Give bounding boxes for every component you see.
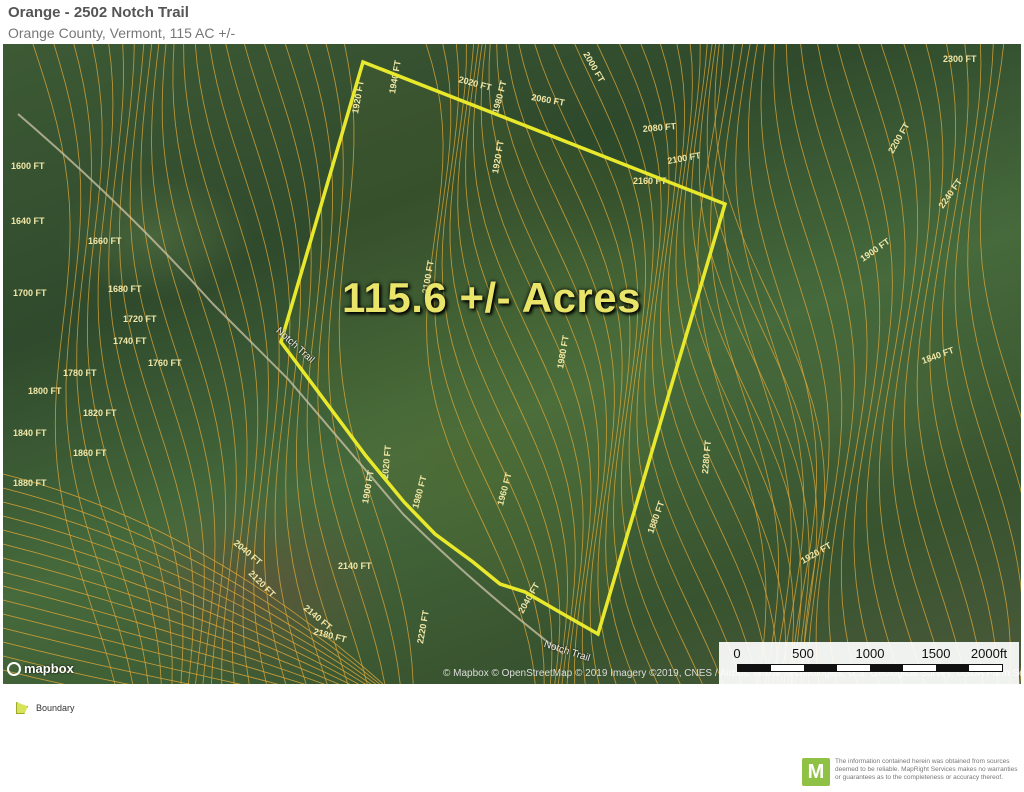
contour-label: 2140 FT — [338, 561, 372, 571]
contour-line — [32, 44, 116, 684]
contour-label: 1840 FT — [13, 428, 47, 438]
contour-line — [929, 44, 999, 684]
contour-label: 1980 FT — [490, 79, 508, 114]
acreage-label: 115.6 +/- Acres — [342, 274, 641, 321]
contour-label: 1680 FT — [108, 284, 142, 294]
contour-label: 2100 FT — [667, 150, 702, 166]
disclaimer-text: The information contained herein was obt… — [835, 758, 1018, 781]
contour-line — [208, 44, 287, 684]
contour-line — [979, 44, 1021, 419]
contour-label: 1900 FT — [360, 469, 376, 504]
contour-line — [706, 44, 818, 684]
contour-label: 1640 FT — [11, 216, 45, 226]
scale-bar: 0 500 1000 1500 2000ft — [719, 642, 1019, 684]
contour-label: 1660 FT — [88, 236, 122, 246]
scale-label-1500: 1500 — [921, 646, 951, 661]
contour-label: 1780 FT — [63, 368, 97, 378]
mapbox-logo[interactable]: mapbox — [7, 661, 74, 676]
contour-label: 1860 FT — [73, 448, 107, 458]
contour-line — [710, 44, 780, 684]
map-legend: Boundary — [16, 702, 75, 714]
disclaimer: M The information contained herein was o… — [802, 758, 1020, 786]
contour-label: 1880 FT — [13, 478, 47, 488]
contour-label: 1800 FT — [28, 386, 62, 396]
contour-label: 2040 FT — [232, 538, 264, 568]
page-title: Orange - 2502 Notch Trail — [8, 4, 189, 21]
contour-label: 1760 FT — [148, 358, 182, 368]
mapbox-logo-text: mapbox — [24, 661, 74, 676]
contour-label: 2060 FT — [531, 92, 566, 108]
map-header: Orange - 2502 Notch Trail Orange County,… — [8, 4, 235, 42]
boundary-legend-icon — [16, 702, 28, 714]
contour-label: 2120 FT — [247, 568, 278, 599]
scale-bar-segments — [737, 664, 1003, 672]
contour-line — [3, 515, 372, 684]
scale-label-500: 500 — [792, 646, 814, 661]
mapright-badge-icon: M — [802, 758, 830, 786]
contour-label: 1840 FT — [920, 345, 955, 366]
contour-label: 2200 FT — [886, 121, 912, 155]
contour-label: 2300 FT — [943, 54, 977, 64]
map-canvas[interactable]: 2000 FT2300 FT2020 FT2060 FT1940 FT1920 … — [3, 44, 1021, 684]
contour-label: 2240 FT — [936, 177, 964, 211]
contour-label: 2020 FT — [457, 74, 492, 92]
contour-line — [667, 44, 779, 684]
contour-label: 1820 FT — [83, 408, 117, 418]
contour-line — [172, 44, 248, 684]
boundary-legend-label: Boundary — [36, 703, 75, 713]
contour-line — [714, 44, 826, 684]
scale-label-1000: 1000 — [855, 646, 885, 661]
contour-label: 2080 FT — [642, 121, 677, 134]
scale-label-2000: 2000ft — [970, 646, 1008, 661]
contour-label: 2280 FT — [700, 439, 713, 474]
contour-label: 1740 FT — [113, 336, 147, 346]
contour-label: 1720 FT — [123, 314, 157, 324]
contour-line — [748, 44, 817, 684]
contour-line — [954, 44, 1021, 684]
map-overlay: 2000 FT2300 FT2020 FT2060 FT1940 FT1920 … — [3, 44, 1021, 684]
property-boundary[interactable] — [279, 59, 728, 637]
contour-line — [941, 44, 1012, 684]
contour-label: 2220 FT — [415, 609, 431, 644]
page-subtitle: Orange County, Vermont, 115 AC +/- — [8, 25, 236, 41]
scale-label-0: 0 — [733, 646, 741, 661]
mapbox-logo-icon — [7, 661, 21, 676]
contour-line — [903, 44, 967, 684]
contour-line — [967, 44, 1021, 494]
contour-label: 1700 FT — [13, 288, 47, 298]
contour-label: 1600 FT — [11, 161, 45, 171]
